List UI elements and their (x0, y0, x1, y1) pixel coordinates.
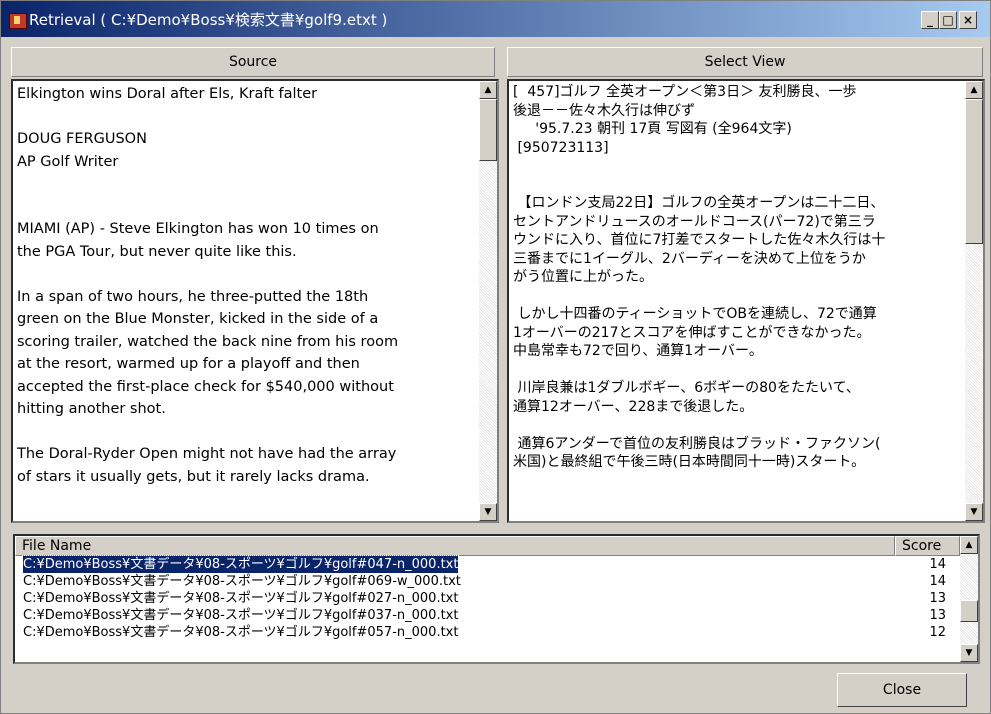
scroll-up-icon[interactable]: ▲ (960, 536, 978, 554)
scroll-thumb[interactable] (965, 99, 983, 244)
list-item[interactable]: C:¥Demo¥Boss¥文書データ¥08-スポーツ¥ゴルフ¥golf#037-… (15, 607, 960, 624)
retrieval-window: Retrieval ( C:¥Demo¥Boss¥検索文書¥golf9.etxt… (0, 0, 991, 714)
list-item[interactable]: C:¥Demo¥Boss¥文書データ¥08-スポーツ¥ゴルフ¥golf#057-… (15, 624, 960, 641)
select-view-scrollbar[interactable]: ▲ ▼ (965, 81, 983, 521)
column-score[interactable]: Score (895, 536, 960, 556)
file-name: C:¥Demo¥Boss¥文書データ¥08-スポーツ¥ゴルフ¥golf#037-… (23, 608, 459, 623)
source-scrollbar[interactable]: ▲ ▼ (479, 81, 497, 521)
file-name: C:¥Demo¥Boss¥文書データ¥08-スポーツ¥ゴルフ¥golf#069-… (23, 574, 461, 589)
file-name: C:¥Demo¥Boss¥文書データ¥08-スポーツ¥ゴルフ¥golf#057-… (23, 625, 459, 640)
minimize-button[interactable]: _ (921, 11, 939, 29)
app-icon (9, 13, 27, 29)
scroll-down-icon[interactable]: ▼ (965, 503, 983, 521)
file-list-scrollbar[interactable]: ▲ ▼ (960, 536, 978, 662)
file-score: 14 (929, 557, 946, 572)
scroll-thumb[interactable] (960, 600, 978, 622)
close-window-button[interactable]: × (959, 11, 977, 29)
file-name: C:¥Demo¥Boss¥文書データ¥08-スポーツ¥ゴルフ¥golf#047-… (21, 555, 460, 574)
scroll-up-icon[interactable]: ▲ (965, 81, 983, 99)
source-header[interactable]: Source (11, 47, 495, 77)
source-text[interactable]: Elkington wins Doral after Els, Kraft fa… (17, 83, 475, 519)
scroll-up-icon[interactable]: ▲ (479, 81, 497, 99)
file-list-header: File Name Score (15, 536, 960, 556)
select-view-text[interactable]: [ 457]ゴルフ 全英オープン＜第3日＞ 友利勝良、一歩 後退－－佐々木久行は… (513, 83, 961, 519)
maximize-button[interactable]: □ (939, 11, 957, 29)
file-list[interactable]: File Name Score C:¥Demo¥Boss¥文書データ¥08-スポ… (13, 534, 980, 664)
list-item[interactable]: C:¥Demo¥Boss¥文書データ¥08-スポーツ¥ゴルフ¥golf#027-… (15, 590, 960, 607)
list-item[interactable]: C:¥Demo¥Boss¥文書データ¥08-スポーツ¥ゴルフ¥golf#069-… (15, 573, 960, 590)
file-score: 12 (929, 625, 946, 640)
window-title: Retrieval ( C:¥Demo¥Boss¥検索文書¥golf9.etxt… (29, 11, 388, 29)
scroll-down-icon[interactable]: ▼ (479, 503, 497, 521)
scroll-thumb[interactable] (479, 99, 497, 161)
file-score: 13 (929, 608, 946, 623)
file-score: 13 (929, 591, 946, 606)
list-item[interactable]: C:¥Demo¥Boss¥文書データ¥08-スポーツ¥ゴルフ¥golf#047-… (15, 555, 960, 574)
source-pane[interactable]: Elkington wins Doral after Els, Kraft fa… (11, 79, 499, 523)
scroll-down-icon[interactable]: ▼ (960, 644, 978, 662)
close-button[interactable]: Close (837, 673, 967, 707)
select-view-header[interactable]: Select View (507, 47, 983, 77)
file-name: C:¥Demo¥Boss¥文書データ¥08-スポーツ¥ゴルフ¥golf#027-… (23, 591, 459, 606)
column-file-name[interactable]: File Name (15, 536, 895, 556)
title-bar[interactable]: Retrieval ( C:¥Demo¥Boss¥検索文書¥golf9.etxt… (1, 1, 990, 37)
select-view-pane[interactable]: [ 457]ゴルフ 全英オープン＜第3日＞ 友利勝良、一歩 後退－－佐々木久行は… (507, 79, 985, 523)
file-score: 14 (929, 574, 946, 589)
